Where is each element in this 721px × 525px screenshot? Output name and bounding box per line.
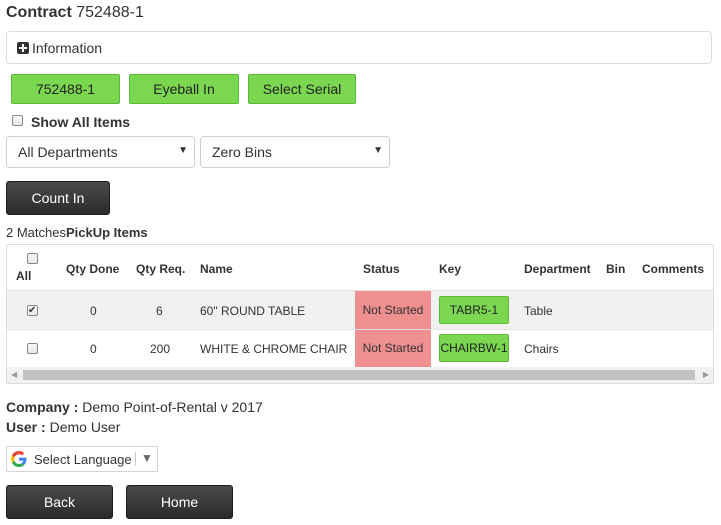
company-value: Demo Point-of-Rental v 2017 bbox=[82, 399, 263, 415]
home-button[interactable]: Home bbox=[126, 485, 233, 519]
information-panel-toggle[interactable]: Information bbox=[6, 31, 712, 64]
select-all-checkbox[interactable] bbox=[27, 253, 38, 264]
user-label: User : bbox=[6, 419, 46, 435]
status-badge: Not Started bbox=[355, 291, 431, 329]
user-line: User : Demo User bbox=[6, 419, 120, 435]
show-all-items-checkbox[interactable] bbox=[12, 115, 23, 126]
row-checkbox[interactable] bbox=[27, 343, 38, 354]
row-qty-req: 200 bbox=[150, 342, 171, 356]
row-qty-req: 6 bbox=[156, 304, 163, 318]
language-select[interactable]: Select Language ▼ bbox=[6, 446, 158, 472]
matches-count: 2 Matches bbox=[6, 225, 66, 240]
information-label: Information bbox=[32, 40, 103, 56]
horizontal-scrollbar[interactable]: ◀ ▶ bbox=[7, 367, 713, 383]
row-qty-done: 0 bbox=[90, 342, 97, 356]
show-all-items-label: Show All Items bbox=[31, 114, 131, 130]
back-button[interactable]: Back bbox=[6, 485, 113, 519]
language-divider bbox=[135, 452, 136, 466]
user-value: Demo User bbox=[49, 419, 121, 435]
key-button[interactable]: TABR5-1 bbox=[439, 296, 509, 324]
key-button[interactable]: CHAIRBW-1 bbox=[439, 334, 509, 362]
scrollbar-thumb[interactable] bbox=[23, 370, 695, 380]
bins-select[interactable]: Zero Bins ▼ bbox=[200, 136, 390, 168]
row-qty-done: 0 bbox=[90, 304, 97, 318]
select-serial-button[interactable]: Select Serial bbox=[248, 74, 356, 104]
col-header-name[interactable]: Name bbox=[200, 262, 233, 276]
chevron-down-icon: ▼ bbox=[373, 145, 383, 156]
row-name: WHITE & CHROME CHAIR bbox=[200, 342, 348, 356]
row-name: 60" ROUND TABLE bbox=[200, 304, 306, 318]
company-line: Company : Demo Point-of-Rental v 2017 bbox=[6, 399, 263, 415]
pickup-items-table: All Qty Done Qty Req. Name Status Key De… bbox=[6, 244, 714, 384]
contract-number-button[interactable]: 752488-1 bbox=[11, 74, 120, 104]
section-title: PickUp Items bbox=[65, 225, 148, 240]
bins-select-value: Zero Bins bbox=[212, 144, 272, 160]
col-header-bin[interactable]: Bin bbox=[606, 262, 625, 276]
col-header-all: All bbox=[16, 269, 32, 283]
col-header-qty-req[interactable]: Qty Req. bbox=[136, 262, 185, 276]
language-select-label: Select Language bbox=[34, 452, 132, 467]
scroll-right-icon[interactable]: ▶ bbox=[703, 370, 709, 379]
row-department: Chairs bbox=[524, 342, 559, 356]
caret-down-icon: ▼ bbox=[141, 451, 153, 465]
col-header-department[interactable]: Department bbox=[524, 262, 591, 276]
department-select-value: All Departments bbox=[18, 144, 118, 160]
chevron-down-icon: ▼ bbox=[178, 145, 188, 156]
row-checkbox[interactable] bbox=[27, 305, 38, 316]
department-select[interactable]: All Departments ▼ bbox=[6, 136, 195, 168]
col-header-comments[interactable]: Comments bbox=[642, 262, 704, 276]
plus-square-icon bbox=[17, 42, 29, 54]
col-header-qty-done[interactable]: Qty Done bbox=[66, 262, 119, 276]
count-in-button[interactable]: Count In bbox=[6, 181, 110, 215]
status-badge: Not Started bbox=[355, 330, 431, 367]
col-header-status[interactable]: Status bbox=[363, 262, 400, 276]
col-header-key[interactable]: Key bbox=[439, 262, 461, 276]
scroll-left-icon[interactable]: ◀ bbox=[11, 370, 17, 379]
contract-label: Contract bbox=[6, 4, 72, 21]
company-label: Company : bbox=[6, 399, 79, 415]
contract-number: 752488-1 bbox=[76, 4, 144, 21]
eyeball-in-button[interactable]: Eyeball In bbox=[129, 74, 239, 104]
row-department: Table bbox=[524, 304, 553, 318]
matches-heading: 2 MatchesPickUp Items bbox=[6, 225, 148, 240]
google-icon bbox=[11, 451, 27, 467]
page-title: Contract 752488-1 bbox=[6, 4, 144, 22]
